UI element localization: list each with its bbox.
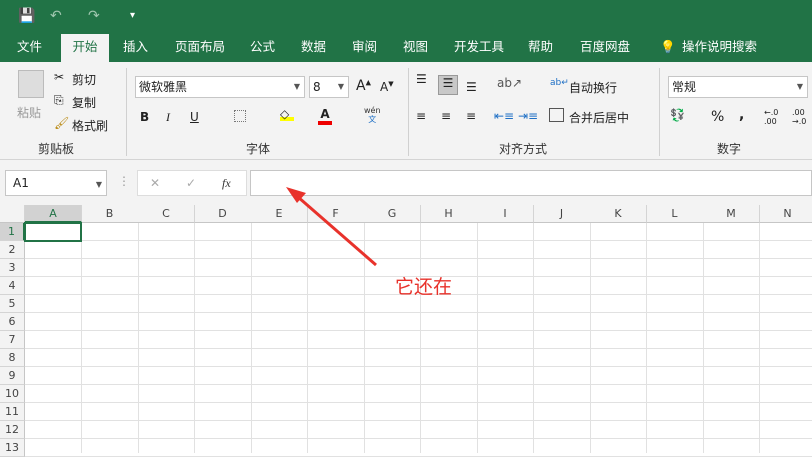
annotation-arrow	[0, 0, 812, 446]
annotation-text: 它还在	[395, 272, 452, 299]
